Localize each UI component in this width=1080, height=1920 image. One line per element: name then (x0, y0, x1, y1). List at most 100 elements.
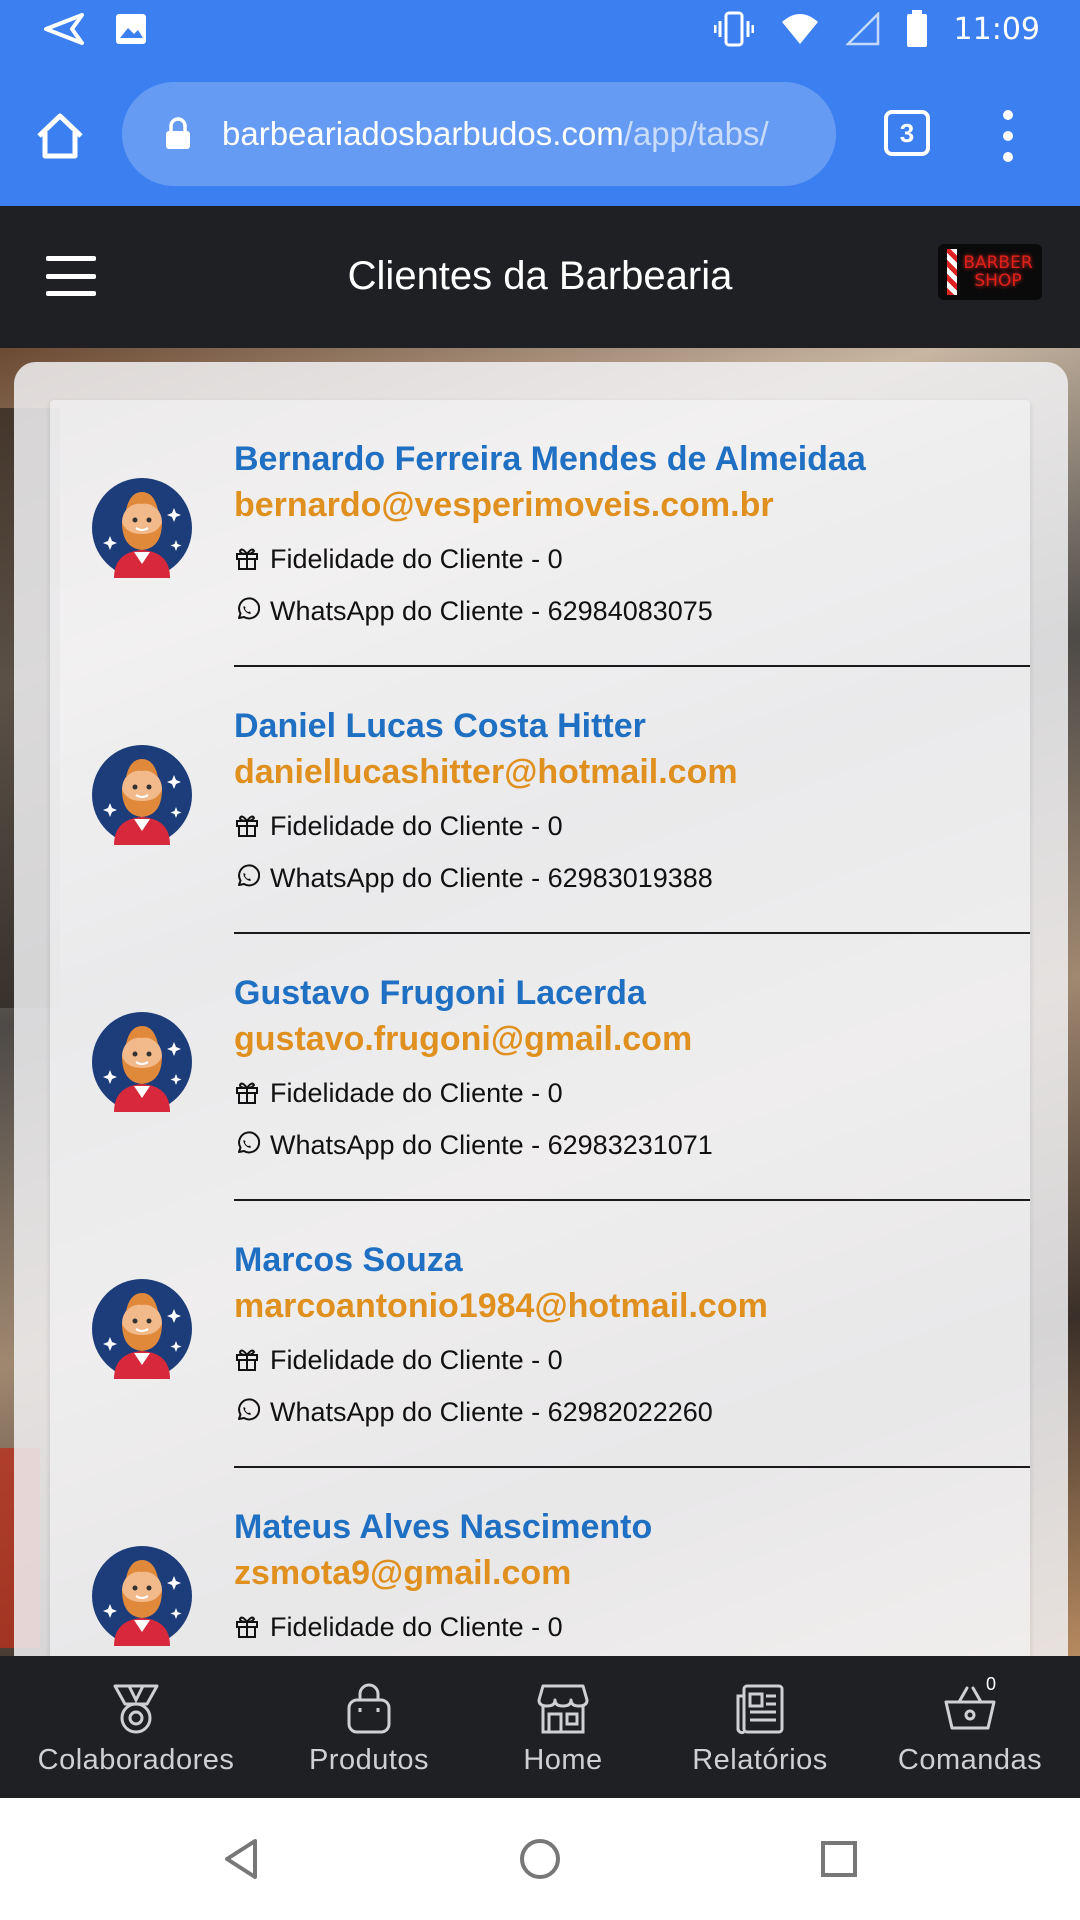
tab-colaboradores[interactable]: Colaboradores (0, 1656, 272, 1798)
client-email: marcoantonio1984@hotmail.com (234, 1287, 768, 1325)
recents-square-icon (821, 1841, 857, 1877)
browser-toolbar: barbeariadosbarbudos.com/app/tabs/ 3 (0, 64, 1080, 206)
gift-icon (234, 1079, 262, 1107)
medal-icon (108, 1682, 164, 1736)
client-whatsapp[interactable]: WhatsApp do Cliente - 62983019388 (234, 863, 1030, 893)
whatsapp-icon (234, 1131, 262, 1159)
signal-icon (845, 12, 879, 46)
client-name: Mateus Alves Nascimento (234, 1508, 653, 1546)
client-email: gustavo.frugoni@gmail.com (234, 1020, 693, 1058)
client-name: Gustavo Frugoni Lacerda (234, 974, 646, 1012)
wifi-icon (781, 14, 818, 44)
whatsapp-label: WhatsApp do Cliente - 62983231071 (270, 1130, 713, 1160)
client-list[interactable]: Bernardo Ferreira Mendes de Almeidaa bern… (50, 400, 1030, 1656)
list-item[interactable]: Bernardo Ferreira Mendes de Almeidaa bern… (50, 400, 1030, 667)
client-name: Marcos Souza (234, 1241, 463, 1279)
tab-label: Produtos (308, 1744, 430, 1776)
client-whatsapp[interactable]: WhatsApp do Cliente - 62983231071 (234, 1130, 1030, 1160)
avatar (92, 1279, 192, 1379)
vibrate-icon (713, 11, 754, 47)
tab-home[interactable]: Home (466, 1656, 660, 1798)
client-whatsapp[interactable]: WhatsApp do Cliente - 62984083075 (234, 596, 1030, 626)
comandas-badge: 0 (986, 1674, 997, 1694)
tab-produtos[interactable]: Produtos (272, 1656, 466, 1798)
tab-label: Colaboradores (37, 1744, 235, 1776)
status-bar: 11:09 (0, 0, 1080, 64)
status-time: 11:09 (953, 11, 1040, 47)
logo-line1: BARBER (963, 253, 1033, 273)
client-name: Bernardo Ferreira Mendes de Almeidaa (234, 440, 866, 478)
client-info: Bernardo Ferreira Mendes de Almeidaa bern… (234, 436, 1030, 626)
url-path: /app/tabs/ (623, 115, 769, 152)
client-whatsapp[interactable]: WhatsApp do Cliente - 62982022260 (234, 1397, 1030, 1427)
list-item[interactable]: Gustavo Frugoni Lacerda gustavo.frugoni@g… (50, 934, 1030, 1201)
client-email: daniellucashitter@hotmail.com (234, 753, 738, 791)
dot-icon (1003, 131, 1013, 141)
image-icon (116, 14, 146, 44)
client-fidelity: Fidelidade do Cliente - 0 (234, 544, 1030, 574)
tab-relatorios[interactable]: Relatórios (660, 1656, 860, 1798)
tab-switcher-button[interactable]: 3 (884, 110, 930, 156)
client-fidelity: Fidelidade do Cliente - 0 (234, 1612, 1030, 1642)
avatar (92, 1012, 192, 1112)
status-right-icons: 11:09 (713, 10, 1040, 48)
barber-shop-logo: BARBER SHOP (938, 244, 1042, 300)
fidelity-label: Fidelidade do Cliente - 0 (270, 1345, 563, 1375)
gift-icon (234, 1346, 262, 1374)
client-email: zsmota9@gmail.com (234, 1554, 572, 1592)
back-triangle-icon (225, 1839, 257, 1879)
fidelity-label: Fidelidade do Cliente - 0 (270, 1078, 563, 1108)
avatar (92, 1546, 192, 1646)
address-bar[interactable]: barbeariadosbarbudos.com/app/tabs/ (122, 82, 836, 186)
home-circle-icon (520, 1839, 560, 1879)
tab-label: Comandas (897, 1744, 1043, 1776)
send-icon (44, 13, 84, 45)
client-info: Gustavo Frugoni Lacerda gustavo.frugoni@g… (234, 970, 1030, 1160)
avatar (92, 478, 192, 578)
list-item[interactable]: Mateus Alves Nascimento zsmota9@gmail.com… (50, 1468, 1030, 1656)
recents-button[interactable] (814, 1834, 864, 1884)
avatar (92, 745, 192, 845)
back-button[interactable] (216, 1834, 266, 1884)
logo-text: BARBER SHOP (963, 254, 1032, 290)
battery-icon (906, 10, 927, 47)
page-title: Clientes da Barbearia (347, 254, 733, 298)
browser-home-button[interactable] (30, 106, 90, 166)
fidelity-label: Fidelidade do Cliente - 0 (270, 811, 563, 841)
fidelity-label: Fidelidade do Cliente - 0 (270, 544, 563, 574)
tab-label: Relatórios (692, 1744, 828, 1776)
gift-icon (234, 1613, 262, 1641)
tab-comandas[interactable]: Comandas 0 (860, 1656, 1080, 1798)
status-left-icons (44, 12, 148, 46)
whatsapp-label: WhatsApp do Cliente - 62983019388 (270, 863, 713, 893)
whatsapp-icon (234, 597, 262, 625)
home-nav-button[interactable] (515, 1834, 565, 1884)
storefront-icon (535, 1682, 591, 1736)
barber-pole-icon (947, 249, 958, 295)
dot-icon (1003, 152, 1013, 162)
client-info: Marcos Souza marcoantonio1984@hotmail.com… (234, 1237, 1030, 1427)
main-content[interactable]: Bernardo Ferreira Mendes de Almeidaa bern… (0, 348, 1080, 1656)
list-item[interactable]: Marcos Souza marcoantonio1984@hotmail.com… (50, 1201, 1030, 1468)
gift-icon (234, 545, 262, 573)
gift-icon (234, 812, 262, 840)
url-text: barbeariadosbarbudos.com/app/tabs/ (222, 115, 769, 153)
lock-icon (158, 114, 198, 154)
browser-menu-button[interactable] (996, 106, 1020, 166)
shopping-bag-icon (341, 1682, 397, 1736)
system-navigation-bar (0, 1798, 1080, 1920)
client-fidelity: Fidelidade do Cliente - 0 (234, 811, 1030, 841)
content-panel: Bernardo Ferreira Mendes de Almeidaa bern… (14, 362, 1068, 1656)
whatsapp-icon (234, 1398, 262, 1426)
home-icon (37, 113, 83, 159)
list-item[interactable]: Daniel Lucas Costa Hitter daniellucashitt… (50, 667, 1030, 934)
client-info: Daniel Lucas Costa Hitter daniellucashitt… (234, 703, 1030, 893)
fidelity-label: Fidelidade do Cliente - 0 (270, 1612, 563, 1642)
whatsapp-icon (234, 864, 262, 892)
whatsapp-label: WhatsApp do Cliente - 62982022260 (270, 1397, 713, 1427)
app-header: Clientes da Barbearia BARBER SHOP (0, 206, 1080, 348)
logo-line2: SHOP (974, 271, 1022, 291)
tab-label: Home (523, 1744, 603, 1776)
url-host: barbeariadosbarbudos.com (222, 115, 624, 152)
client-info: Mateus Alves Nascimento zsmota9@gmail.com… (234, 1504, 1030, 1642)
